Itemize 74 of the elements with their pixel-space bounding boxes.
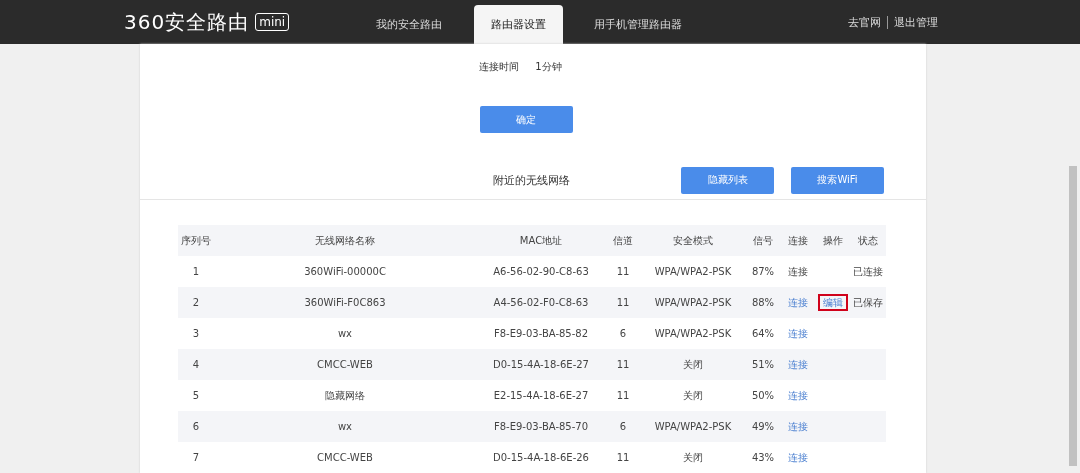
- table-cell-text: 3: [191, 328, 201, 339]
- table-cell-text: 关闭: [682, 388, 704, 403]
- status-text: 已连接: [853, 265, 883, 277]
- column-header: 信号: [752, 233, 774, 248]
- edition-badge: mini: [255, 13, 290, 31]
- table-cell-text: 87%: [750, 266, 776, 277]
- table-cell-text: 88%: [750, 297, 776, 308]
- table-cell-text: 7: [191, 452, 201, 463]
- table-cell-text: D0-15-4A-18-6E-27: [492, 359, 590, 370]
- table-cell-text: 6: [618, 328, 628, 339]
- column-header: MAC地址: [518, 233, 564, 248]
- column-header: 安全模式: [672, 233, 714, 248]
- nav-tab[interactable]: 我的安全路由: [354, 5, 464, 44]
- edit-link[interactable]: 编辑: [820, 295, 846, 309]
- logo-text: 360安全路由: [124, 8, 250, 36]
- table-cell-text: 50%: [750, 390, 776, 401]
- connect-link[interactable]: 连接: [788, 451, 808, 463]
- column-header: 信道: [612, 233, 634, 248]
- table-cell-text: CMCC-WEB: [316, 452, 374, 463]
- field-value: 1分钟: [535, 60, 562, 74]
- column-header: 操作: [822, 233, 844, 248]
- table-cell-text: WPA/WPA2-PSK: [653, 266, 733, 277]
- table-cell-text: 360WiFi-F0C863: [303, 297, 387, 308]
- table-cell-text: 51%: [750, 359, 776, 370]
- table-cell-text: 6: [191, 421, 201, 432]
- table-cell-text: 5: [191, 390, 201, 401]
- connect-link: 连接: [788, 265, 808, 277]
- table-cell-text: F8-E9-03-BA-85-82: [492, 328, 590, 339]
- table-cell-text: 2: [191, 297, 201, 308]
- field-label: 连接时间: [479, 60, 520, 74]
- table-cell-text: 11: [615, 266, 631, 277]
- table-cell-text: A4-56-02-F0-C8-63: [492, 297, 590, 308]
- table-cell-text: 11: [615, 452, 631, 463]
- table-cell-text: 11: [615, 297, 631, 308]
- table-cell-text: WPA/WPA2-PSK: [653, 297, 733, 308]
- table-cell-text: CMCC-WEB: [316, 359, 374, 370]
- confirm-button[interactable]: 确定: [479, 106, 573, 133]
- column-header: 状态: [857, 233, 879, 248]
- table-cell-text: wx: [336, 328, 354, 339]
- table-cell-text: 6: [618, 421, 628, 432]
- table-cell-text: 64%: [750, 328, 776, 339]
- connect-link[interactable]: 连接: [788, 420, 808, 432]
- action-button[interactable]: 隐藏列表: [681, 166, 774, 194]
- table-cell-text: 49%: [750, 421, 776, 432]
- table-cell-text: D0-15-4A-18-6E-26: [492, 452, 590, 463]
- header-link[interactable]: 去官网: [848, 14, 881, 30]
- connect-link[interactable]: 连接: [788, 389, 808, 401]
- status-text: 已保存: [853, 296, 883, 308]
- table-cell-text: E2-15-4A-18-6E-27: [492, 390, 590, 401]
- table-cell-text: WPA/WPA2-PSK: [653, 328, 733, 339]
- connect-link[interactable]: 连接: [788, 296, 808, 308]
- table-cell-text: 1: [191, 266, 201, 277]
- action-button[interactable]: 搜索WiFi: [791, 166, 884, 194]
- table-cell-text: A6-56-02-90-C8-63: [492, 266, 590, 277]
- table-cell-text: wx: [336, 421, 354, 432]
- connect-link[interactable]: 连接: [788, 358, 808, 370]
- header-link[interactable]: 退出管理: [894, 14, 938, 30]
- column-header: 序列号: [180, 233, 212, 248]
- table-cell-text: WPA/WPA2-PSK: [653, 421, 733, 432]
- table-cell-text: 43%: [750, 452, 776, 463]
- column-header: 连接: [787, 233, 809, 248]
- table-cell-text: 11: [615, 359, 631, 370]
- nav-tab[interactable]: 用手机管理路由器: [573, 5, 703, 44]
- table-cell-text: 4: [191, 359, 201, 370]
- connect-link[interactable]: 连接: [788, 327, 808, 339]
- table-cell-text: 11: [615, 390, 631, 401]
- section-title: 附近的无线网络: [493, 172, 570, 188]
- table-cell-text: F8-E9-03-BA-85-70: [492, 421, 590, 432]
- table-cell-text: 关闭: [682, 357, 704, 372]
- table-cell-text: 隐藏网络: [324, 388, 366, 403]
- column-header: 无线网络名称: [314, 233, 376, 248]
- table-cell-text: 关闭: [682, 450, 704, 465]
- table-cell-text: 360WiFi-00000C: [303, 266, 387, 277]
- nav-tab[interactable]: 路由器设置: [474, 5, 563, 44]
